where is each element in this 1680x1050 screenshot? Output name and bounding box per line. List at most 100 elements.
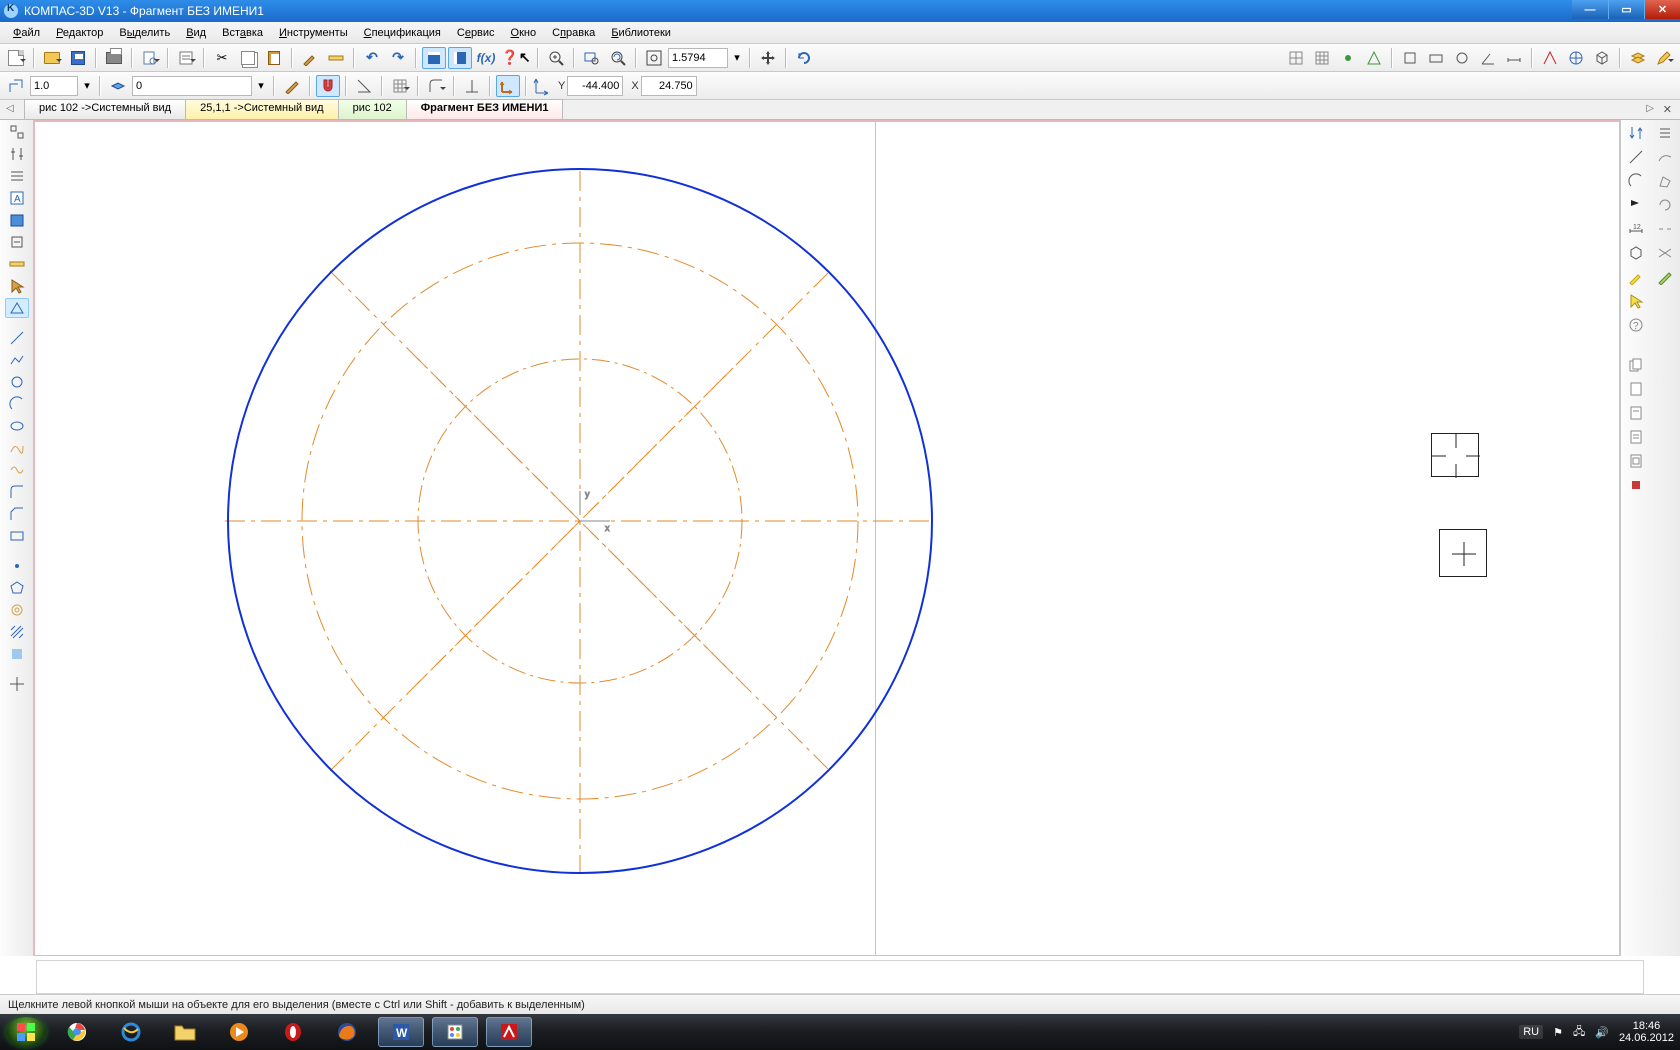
print-button[interactable] <box>102 47 126 69</box>
perp-button[interactable] <box>460 75 484 97</box>
r-highlight[interactable] <box>1624 266 1648 288</box>
r-arrow[interactable] <box>1624 290 1648 312</box>
zoom-dropdown[interactable]: ▾ <box>730 47 744 69</box>
save-button[interactable] <box>66 47 90 69</box>
tool-chamfer[interactable] <box>5 504 29 524</box>
menu-service[interactable]: Сервис <box>450 25 502 41</box>
tab-3[interactable]: рис 102 <box>338 99 407 119</box>
fx-button[interactable]: f(x) <box>474 47 498 69</box>
r2-poly[interactable] <box>1653 170 1677 192</box>
snap-mid[interactable] <box>1362 47 1386 69</box>
axis-2[interactable] <box>1564 47 1588 69</box>
x-coord[interactable] <box>641 76 697 96</box>
format-button[interactable] <box>324 47 348 69</box>
zoom-fit-button[interactable] <box>642 47 666 69</box>
tray-net-icon[interactable]: 🖧 <box>1573 1023 1585 1042</box>
tool-dims[interactable] <box>5 144 29 164</box>
tool-move[interactable] <box>5 674 29 694</box>
r-dim[interactable]: 12 <box>1624 218 1648 240</box>
snap-grid-2[interactable] <box>1310 47 1334 69</box>
r-arc[interactable] <box>1624 170 1648 192</box>
task-paint[interactable] <box>432 1017 478 1047</box>
tray-clock[interactable]: 18:46 24.06.2012 <box>1619 1020 1674 1044</box>
tab-4-active[interactable]: Фрагмент БЕЗ ИМЕНИ1 <box>406 99 564 119</box>
circle-button[interactable] <box>1450 47 1474 69</box>
scale-dd[interactable]: ▾ <box>80 75 94 97</box>
tab-2[interactable]: 25,1,1 ->Системный вид <box>185 99 339 119</box>
magnet-button[interactable] <box>316 75 340 97</box>
r-doc4[interactable] <box>1624 450 1648 472</box>
dim-button[interactable] <box>1502 47 1526 69</box>
r2-list[interactable] <box>1653 122 1677 144</box>
rounding[interactable] <box>424 75 448 97</box>
scale-icon-btn[interactable] <box>4 75 28 97</box>
tool-contour[interactable] <box>5 644 29 664</box>
task-opera[interactable] <box>270 1017 316 1047</box>
tool-spline[interactable] <box>5 438 29 458</box>
tab-close[interactable]: ✕ <box>1663 103 1672 116</box>
task-firefox[interactable] <box>324 1017 370 1047</box>
task-chrome[interactable] <box>54 1017 100 1047</box>
rect-button[interactable] <box>1424 47 1448 69</box>
r-doc2[interactable] <box>1624 402 1648 424</box>
drawing-canvas[interactable]: y x <box>34 120 1620 956</box>
snap-grid-1[interactable] <box>1284 47 1308 69</box>
r-angle[interactable] <box>1624 194 1648 216</box>
tool-offset[interactable] <box>5 600 29 620</box>
maximize-button[interactable]: ▭ <box>1608 0 1644 19</box>
tool-geometry[interactable] <box>5 122 29 142</box>
scale-input[interactable] <box>30 76 78 96</box>
menu-window[interactable]: Окно <box>504 25 544 41</box>
tool-bezier[interactable] <box>5 460 29 480</box>
menu-tools[interactable]: Инструменты <box>272 25 355 41</box>
task-word[interactable]: W <box>378 1017 424 1047</box>
menu-help[interactable]: Справка <box>545 25 602 41</box>
tool-circle[interactable] <box>5 372 29 392</box>
brush-button[interactable] <box>298 47 322 69</box>
menu-spec[interactable]: Спецификация <box>357 25 448 41</box>
tool-select[interactable] <box>5 276 29 296</box>
menu-insert[interactable]: Вставка <box>215 25 270 41</box>
layers-button[interactable] <box>1626 47 1650 69</box>
properties-button[interactable] <box>174 47 198 69</box>
layer-icon-btn[interactable] <box>106 75 130 97</box>
regen-button[interactable] <box>792 47 816 69</box>
tool-polygon[interactable] <box>5 578 29 598</box>
layer-input[interactable] <box>132 76 252 96</box>
snap-end[interactable] <box>1336 47 1360 69</box>
r-sort[interactable] <box>1624 122 1648 144</box>
undo-button[interactable]: ↶ <box>360 47 384 69</box>
angle-snap[interactable] <box>352 75 376 97</box>
preview-button[interactable] <box>138 47 162 69</box>
zoom-prev-button[interactable] <box>606 47 630 69</box>
tool-arc[interactable] <box>5 394 29 414</box>
tool-rect[interactable] <box>5 526 29 546</box>
tray-lang[interactable]: RU <box>1519 1025 1543 1039</box>
task-ie[interactable] <box>108 1017 154 1047</box>
lcs-button[interactable] <box>496 75 520 97</box>
r-copy[interactable] <box>1624 354 1648 376</box>
panel-2-button[interactable] <box>448 47 472 69</box>
r-view[interactable] <box>1624 242 1648 264</box>
axis-1[interactable] <box>1538 47 1562 69</box>
zoom-value-input[interactable] <box>668 48 728 68</box>
r-stop[interactable] <box>1624 474 1648 496</box>
task-kompas[interactable] <box>486 1017 532 1047</box>
redo-button[interactable]: ↷ <box>386 47 410 69</box>
tool-multiline[interactable] <box>5 350 29 370</box>
tool-edit[interactable] <box>5 210 29 230</box>
tabs-scroll-right[interactable]: ▷ <box>1646 103 1654 114</box>
zoom-in-button[interactable] <box>544 47 568 69</box>
panel-1-button[interactable] <box>422 47 446 69</box>
menu-view[interactable]: Вид <box>179 25 213 41</box>
r2-break[interactable] <box>1653 218 1677 240</box>
new-button[interactable] <box>4 47 28 69</box>
y-coord[interactable] <box>567 76 623 96</box>
r2-pen[interactable] <box>1653 266 1677 288</box>
tool-fillet[interactable] <box>5 482 29 502</box>
tool-text[interactable]: A <box>5 188 29 208</box>
tool-hatch[interactable] <box>5 622 29 642</box>
paste-button[interactable] <box>262 47 286 69</box>
r-doc3[interactable] <box>1624 426 1648 448</box>
tool-measure[interactable] <box>5 254 29 274</box>
